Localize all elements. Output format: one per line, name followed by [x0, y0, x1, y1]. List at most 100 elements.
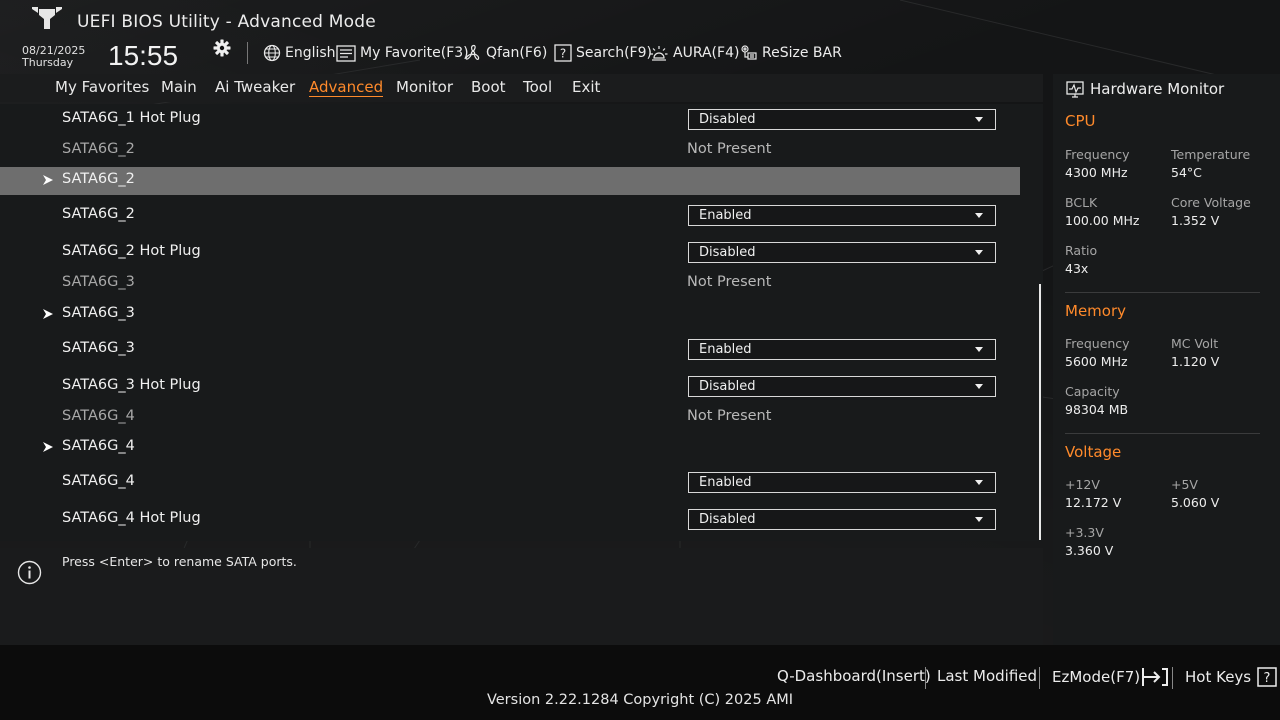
setting-label: SATA6G_3 Hot Plug [62, 377, 201, 393]
setting-label: SATA6G_4 Hot Plug [62, 510, 201, 526]
resize-bar-icon [741, 45, 757, 60]
last-modified-button[interactable]: Last Modified [937, 667, 1037, 685]
fan-icon [465, 44, 480, 60]
globe-icon [263, 44, 281, 62]
dropdown-value: Enabled [699, 342, 752, 357]
scrollbar-thumb[interactable] [1039, 284, 1041, 540]
bclk-label: BCLK [1065, 195, 1098, 210]
language-label: English [285, 45, 336, 61]
tab-boot[interactable]: Boot [471, 78, 506, 96]
language-button[interactable]: English [263, 42, 336, 64]
tab-my-favorites[interactable]: My Favorites [55, 78, 149, 96]
setting-row[interactable]: SATA6G_2 Enabled [0, 202, 1020, 232]
chevron-down-icon [975, 384, 983, 389]
setting-row[interactable]: SATA6G_3 Enabled [0, 336, 1020, 366]
qfan-label: Qfan(F6) [486, 45, 548, 61]
setting-status: Not Present [687, 141, 772, 157]
setting-dropdown[interactable]: Disabled [688, 242, 996, 263]
setting-label: SATA6G_4 [62, 438, 135, 454]
dropdown-value: Disabled [699, 512, 756, 527]
setting-row[interactable]: SATA6G_2 Hot Plug Disabled [0, 239, 1020, 269]
tab-advanced[interactable]: Advanced [309, 78, 384, 97]
ezmode-label: EzMode(F7) [1052, 668, 1141, 686]
hardware-monitor-header: Hardware Monitor [1066, 80, 1224, 98]
v33-value: 3.360 V [1065, 543, 1114, 558]
setting-label: SATA6G_4 [62, 408, 135, 424]
chevron-down-icon [975, 517, 983, 522]
q-dashboard-button[interactable]: Q-Dashboard(Insert) [777, 667, 931, 685]
submenu-row[interactable]: SATA6G_4 [0, 434, 1020, 464]
header-divider [247, 42, 248, 64]
ratio-label: Ratio [1065, 243, 1098, 258]
tuf-logo-icon [32, 7, 62, 29]
svg-text:?: ? [1264, 671, 1271, 686]
setting-dropdown[interactable]: Disabled [688, 109, 996, 130]
info-icon [17, 560, 42, 585]
resize-bar-button[interactable]: ReSize BAR [740, 42, 842, 64]
aura-button[interactable]: AURA(F4) [649, 42, 739, 64]
bclk-value: 100.00 MHz [1065, 213, 1140, 228]
setting-row[interactable]: SATA6G_4 Hot Plug Disabled [0, 506, 1020, 536]
day-display: Thursday [22, 56, 74, 69]
memory-heading: Memory [1065, 302, 1127, 320]
hot-keys-button[interactable]: Hot Keys ? [1185, 667, 1277, 687]
tab-exit[interactable]: Exit [572, 78, 600, 96]
setting-label: SATA6G_3 [62, 274, 135, 290]
cpu-temperature-label: Temperature [1171, 147, 1251, 162]
my-favorite-button[interactable]: My Favorite(F3) [336, 42, 469, 64]
v5-label: +5V [1171, 477, 1198, 492]
chevron-down-icon [975, 480, 983, 485]
submenu-arrow-icon [43, 309, 53, 319]
setting-label: SATA6G_2 Hot Plug [62, 243, 201, 259]
clock-display: 15:55 [108, 40, 179, 71]
favorite-list-icon [336, 44, 356, 62]
mc-volt-value: 1.120 V [1171, 354, 1220, 369]
voltage-heading: Voltage [1065, 443, 1122, 461]
memory-frequency-value: 5600 MHz [1065, 354, 1128, 369]
gear-icon[interactable] [212, 38, 232, 58]
app-title: UEFI BIOS Utility - Advanced Mode [77, 12, 376, 32]
setting-row: SATA6G_2 Not Present [0, 137, 1020, 167]
submenu-row[interactable]: SATA6G_3 [0, 301, 1020, 331]
main-tab-bar: My Favorites Main Ai Tweaker Advanced Mo… [0, 74, 1043, 102]
footer-divider [925, 667, 926, 689]
tab-tool[interactable]: Tool [523, 78, 552, 96]
dropdown-value: Disabled [699, 379, 756, 394]
qfan-button[interactable]: Qfan(F6) [464, 42, 547, 64]
capacity-label: Capacity [1065, 384, 1120, 399]
setting-label: SATA6G_2 [62, 141, 135, 157]
setting-dropdown[interactable]: Enabled [688, 205, 996, 226]
search-button[interactable]: ? Search(F9) [554, 42, 652, 64]
setting-dropdown[interactable]: Enabled [688, 472, 996, 493]
setting-dropdown[interactable]: Enabled [688, 339, 996, 360]
setting-dropdown[interactable]: Disabled [688, 376, 996, 397]
setting-row: SATA6G_3 Not Present [0, 270, 1020, 300]
setting-dropdown[interactable]: Disabled [688, 509, 996, 530]
submenu-arrow-icon [43, 442, 53, 452]
setting-row[interactable]: SATA6G_1 Hot Plug Disabled [0, 106, 1020, 136]
dropdown-value: Enabled [699, 475, 752, 490]
hot-keys-label: Hot Keys [1185, 668, 1252, 686]
footer-bar: Q-Dashboard(Insert) Last Modified EzMode… [0, 645, 1280, 720]
tab-monitor[interactable]: Monitor [396, 78, 453, 96]
ratio-value: 43x [1065, 261, 1089, 276]
v33-label: +3.3V [1065, 525, 1104, 540]
dropdown-value: Enabled [699, 208, 752, 223]
setting-row[interactable]: SATA6G_3 Hot Plug Disabled [0, 373, 1020, 403]
tab-main[interactable]: Main [161, 78, 197, 96]
exit-arrow-icon [1142, 668, 1169, 686]
header-bar: UEFI BIOS Utility - Advanced Mode 08/21/… [0, 0, 1280, 72]
setting-row[interactable]: SATA6G_4 Enabled [0, 469, 1020, 499]
hardware-monitor-panel: Hardware Monitor CPU Frequency 4300 MHz … [1053, 74, 1280, 645]
setting-row: SATA6G_4 Not Present [0, 404, 1020, 434]
search-icon: ? [554, 44, 572, 62]
search-label: Search(F9) [576, 45, 652, 61]
ezmode-button[interactable]: EzMode(F7) [1052, 667, 1170, 687]
setting-label: SATA6G_4 [62, 473, 135, 489]
submenu-row[interactable]: SATA6G_2 [0, 167, 1020, 195]
cpu-heading: CPU [1065, 112, 1096, 130]
setting-label: SATA6G_3 [62, 305, 135, 321]
tab-ai-tweaker[interactable]: Ai Tweaker [215, 78, 295, 96]
footer-divider [1039, 667, 1040, 689]
memory-frequency-label: Frequency [1065, 336, 1130, 351]
